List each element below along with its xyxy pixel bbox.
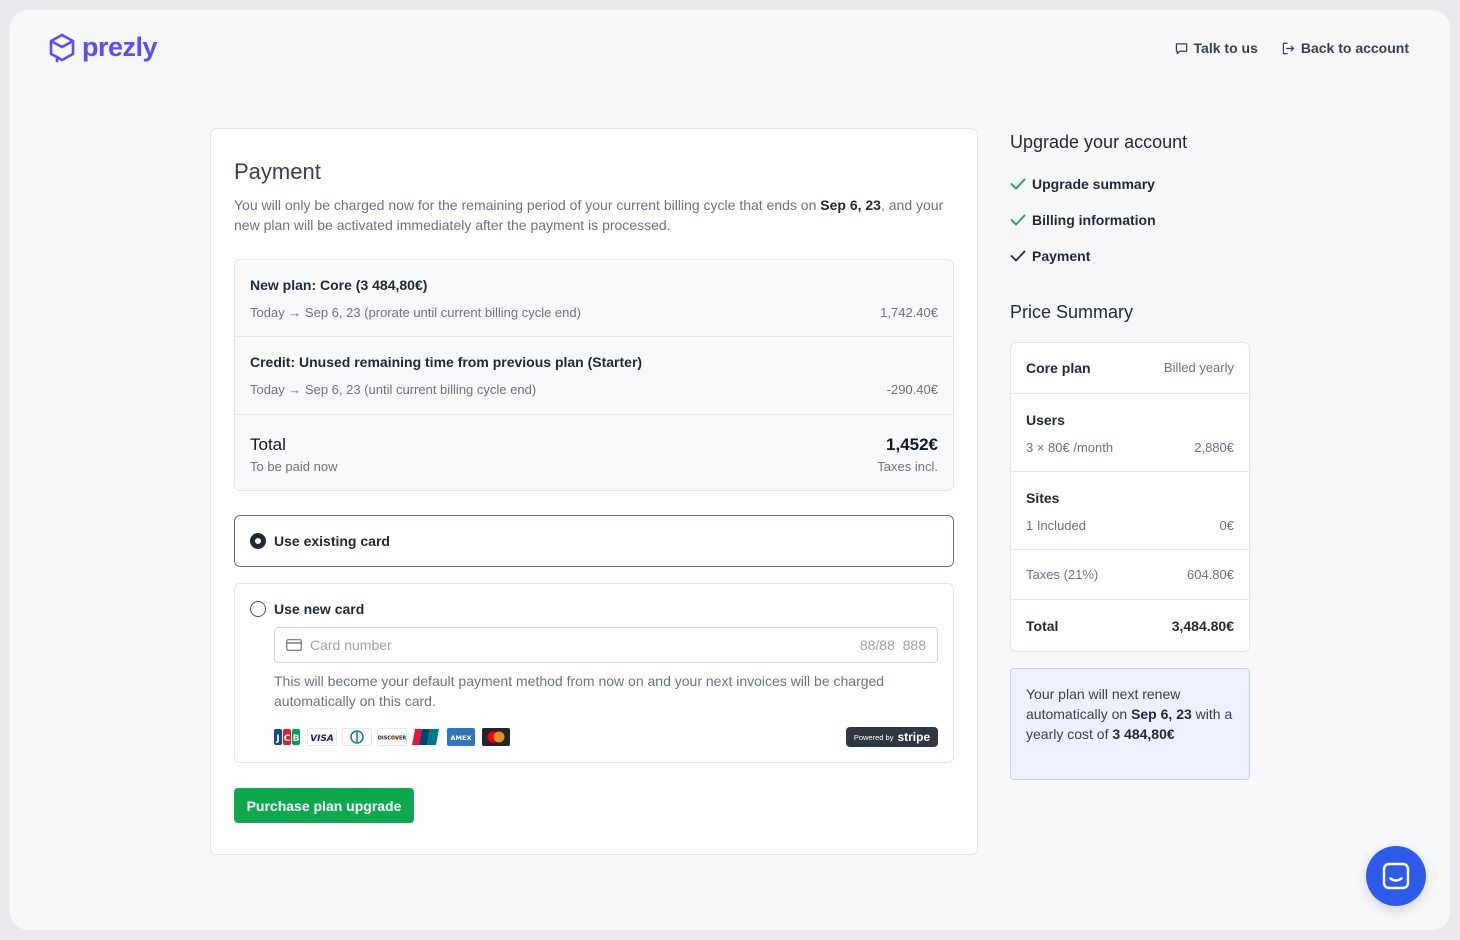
check-icon xyxy=(1010,214,1026,226)
jcb-icon: J C B xyxy=(274,729,300,745)
app-frame: prezly Talk to us Back to account Paymen… xyxy=(10,10,1450,930)
unionpay-icon xyxy=(412,729,439,745)
mastercard-icon xyxy=(482,728,510,746)
discover-icon: DISCOVER xyxy=(377,728,407,746)
back-to-account-label: Back to account xyxy=(1300,40,1409,56)
talk-to-us-label: Talk to us xyxy=(1193,40,1258,56)
chat-launcher-icon xyxy=(1382,862,1410,890)
purchase-plan-upgrade-button[interactable]: Purchase plan upgrade xyxy=(234,788,414,823)
back-to-account-link[interactable]: Back to account xyxy=(1282,40,1409,56)
summary-total-label: Total xyxy=(1026,618,1059,634)
upgrade-title: Upgrade your account xyxy=(1010,132,1188,152)
users-detail: 3 × 80€ /month xyxy=(1026,440,1114,455)
page-title: Payment xyxy=(234,159,321,184)
taxes-row: Taxes (21%) 604.80€ xyxy=(1011,550,1249,600)
renew-date: Sep 6, 23 xyxy=(1131,706,1192,722)
total-amount: 1,452€ xyxy=(886,435,938,454)
intro-text-start: You will only be charged now for the rem… xyxy=(234,197,821,213)
visa-icon: VISA xyxy=(307,728,337,746)
new-card-radio[interactable] xyxy=(250,601,266,617)
existing-card-option[interactable]: Use existing card xyxy=(234,515,954,567)
total-label: Total xyxy=(250,435,286,454)
powered-by-stripe-badge[interactable]: Powered by stripe xyxy=(846,727,938,747)
step-label: Billing information xyxy=(1032,212,1156,228)
step-billing-information: Billing information xyxy=(1010,212,1156,228)
credit-title: Credit: Unused remaining time from previ… xyxy=(250,354,643,370)
svg-text:B: B xyxy=(293,734,300,744)
sites-row: Sites 1 Included 0€ xyxy=(1011,472,1249,550)
payment-card: Payment You will only be charged now for… xyxy=(210,128,978,855)
credit-row: Credit: Unused remaining time from previ… xyxy=(235,337,953,415)
chat-launcher-button[interactable] xyxy=(1366,846,1426,906)
taxes-note: Taxes incl. xyxy=(877,459,938,474)
check-icon xyxy=(1010,178,1026,190)
talk-to-us-link[interactable]: Talk to us xyxy=(1175,40,1258,56)
prezly-logo[interactable]: prezly xyxy=(48,32,158,63)
intro-date: Sep 6, 23 xyxy=(820,197,881,213)
new-card-option[interactable]: Use new card Card number 88/88 888 This … xyxy=(234,583,954,763)
diners-club-icon xyxy=(342,728,372,746)
check-icon xyxy=(1010,250,1026,262)
payment-intro: You will only be charged now for the rem… xyxy=(234,195,954,235)
taxes-amount: 604.80€ xyxy=(1187,567,1234,582)
sites-title: Sites xyxy=(1026,490,1060,506)
logo-text: prezly xyxy=(82,32,158,62)
new-card-note: This will become your default payment me… xyxy=(274,673,885,709)
new-plan-period: Today → Sep 6, 23 (prorate until current… xyxy=(250,305,581,320)
prezly-logo-icon xyxy=(49,33,75,62)
sites-detail: 1 Included xyxy=(1026,518,1086,533)
plan-name: Core plan xyxy=(1026,360,1091,376)
plan-row: Core plan Billed yearly xyxy=(1011,343,1249,394)
upgrade-steps-panel: Upgrade your account Upgrade summary Bil… xyxy=(1010,132,1250,322)
new-plan-row: New plan: Core (3 484,80€) Today → Sep 6… xyxy=(235,260,953,337)
new-card-label: Use new card xyxy=(274,601,365,617)
price-summary-box: Core plan Billed yearly Users 3 × 80€ /m… xyxy=(1010,342,1250,652)
total-sub: To be paid now xyxy=(250,459,338,474)
svg-text:J: J xyxy=(275,734,279,744)
summary-total-amount: 3,484.80€ xyxy=(1171,618,1234,634)
credit-card-icon xyxy=(286,639,302,651)
users-amount: 2,880€ xyxy=(1194,440,1234,455)
users-title: Users xyxy=(1026,412,1065,428)
card-number-placeholder: Card number xyxy=(310,637,392,653)
price-summary-title: Price Summary xyxy=(1010,302,1134,322)
renewal-notice: Your plan will next renew automatically … xyxy=(1010,668,1250,780)
existing-card-label: Use existing card xyxy=(274,533,390,549)
step-upgrade-summary: Upgrade summary xyxy=(1010,176,1155,192)
step-label: Upgrade summary xyxy=(1032,176,1155,192)
total-row: Total To be paid now 1,452€ Taxes incl. xyxy=(235,415,953,490)
card-expiry-cvc-hint: 88/88 888 xyxy=(859,637,926,653)
sites-amount: 0€ xyxy=(1219,518,1234,533)
stripe-wordmark: stripe xyxy=(897,730,931,744)
exit-icon xyxy=(1282,42,1295,54)
svg-text:VISA: VISA xyxy=(310,734,334,744)
renew-cost: 3 484,80€ xyxy=(1112,726,1175,742)
charge-breakdown: New plan: Core (3 484,80€) Today → Sep 6… xyxy=(234,259,954,491)
chat-bubble-icon xyxy=(1175,42,1187,54)
credit-amount: -290.40€ xyxy=(886,382,938,397)
amex-icon: AMEX xyxy=(447,728,475,746)
taxes-label: Taxes (21%) xyxy=(1026,567,1099,582)
powered-by-label: Powered by xyxy=(853,732,894,742)
new-plan-title: New plan: Core (3 484,80€) xyxy=(250,277,428,293)
summary-total-row: Total 3,484.80€ xyxy=(1011,600,1249,651)
users-row: Users 3 × 80€ /month 2,880€ xyxy=(1011,394,1249,472)
step-payment: Payment xyxy=(1010,248,1090,264)
top-bar: prezly Talk to us Back to account xyxy=(10,10,1450,90)
new-plan-amount: 1,742.40€ xyxy=(880,305,938,320)
svg-text:C: C xyxy=(284,734,291,744)
svg-text:DISCOVER: DISCOVER xyxy=(378,736,407,742)
card-number-field[interactable]: Card number 88/88 888 xyxy=(274,627,938,663)
svg-text:AMEX: AMEX xyxy=(451,734,472,742)
top-nav: Talk to us Back to account xyxy=(1175,40,1409,56)
step-label: Payment xyxy=(1032,248,1091,264)
billing-period: Billed yearly xyxy=(1163,360,1234,375)
credit-period: Today → Sep 6, 23 (until current billing… xyxy=(250,382,537,397)
existing-card-radio[interactable] xyxy=(250,533,266,549)
